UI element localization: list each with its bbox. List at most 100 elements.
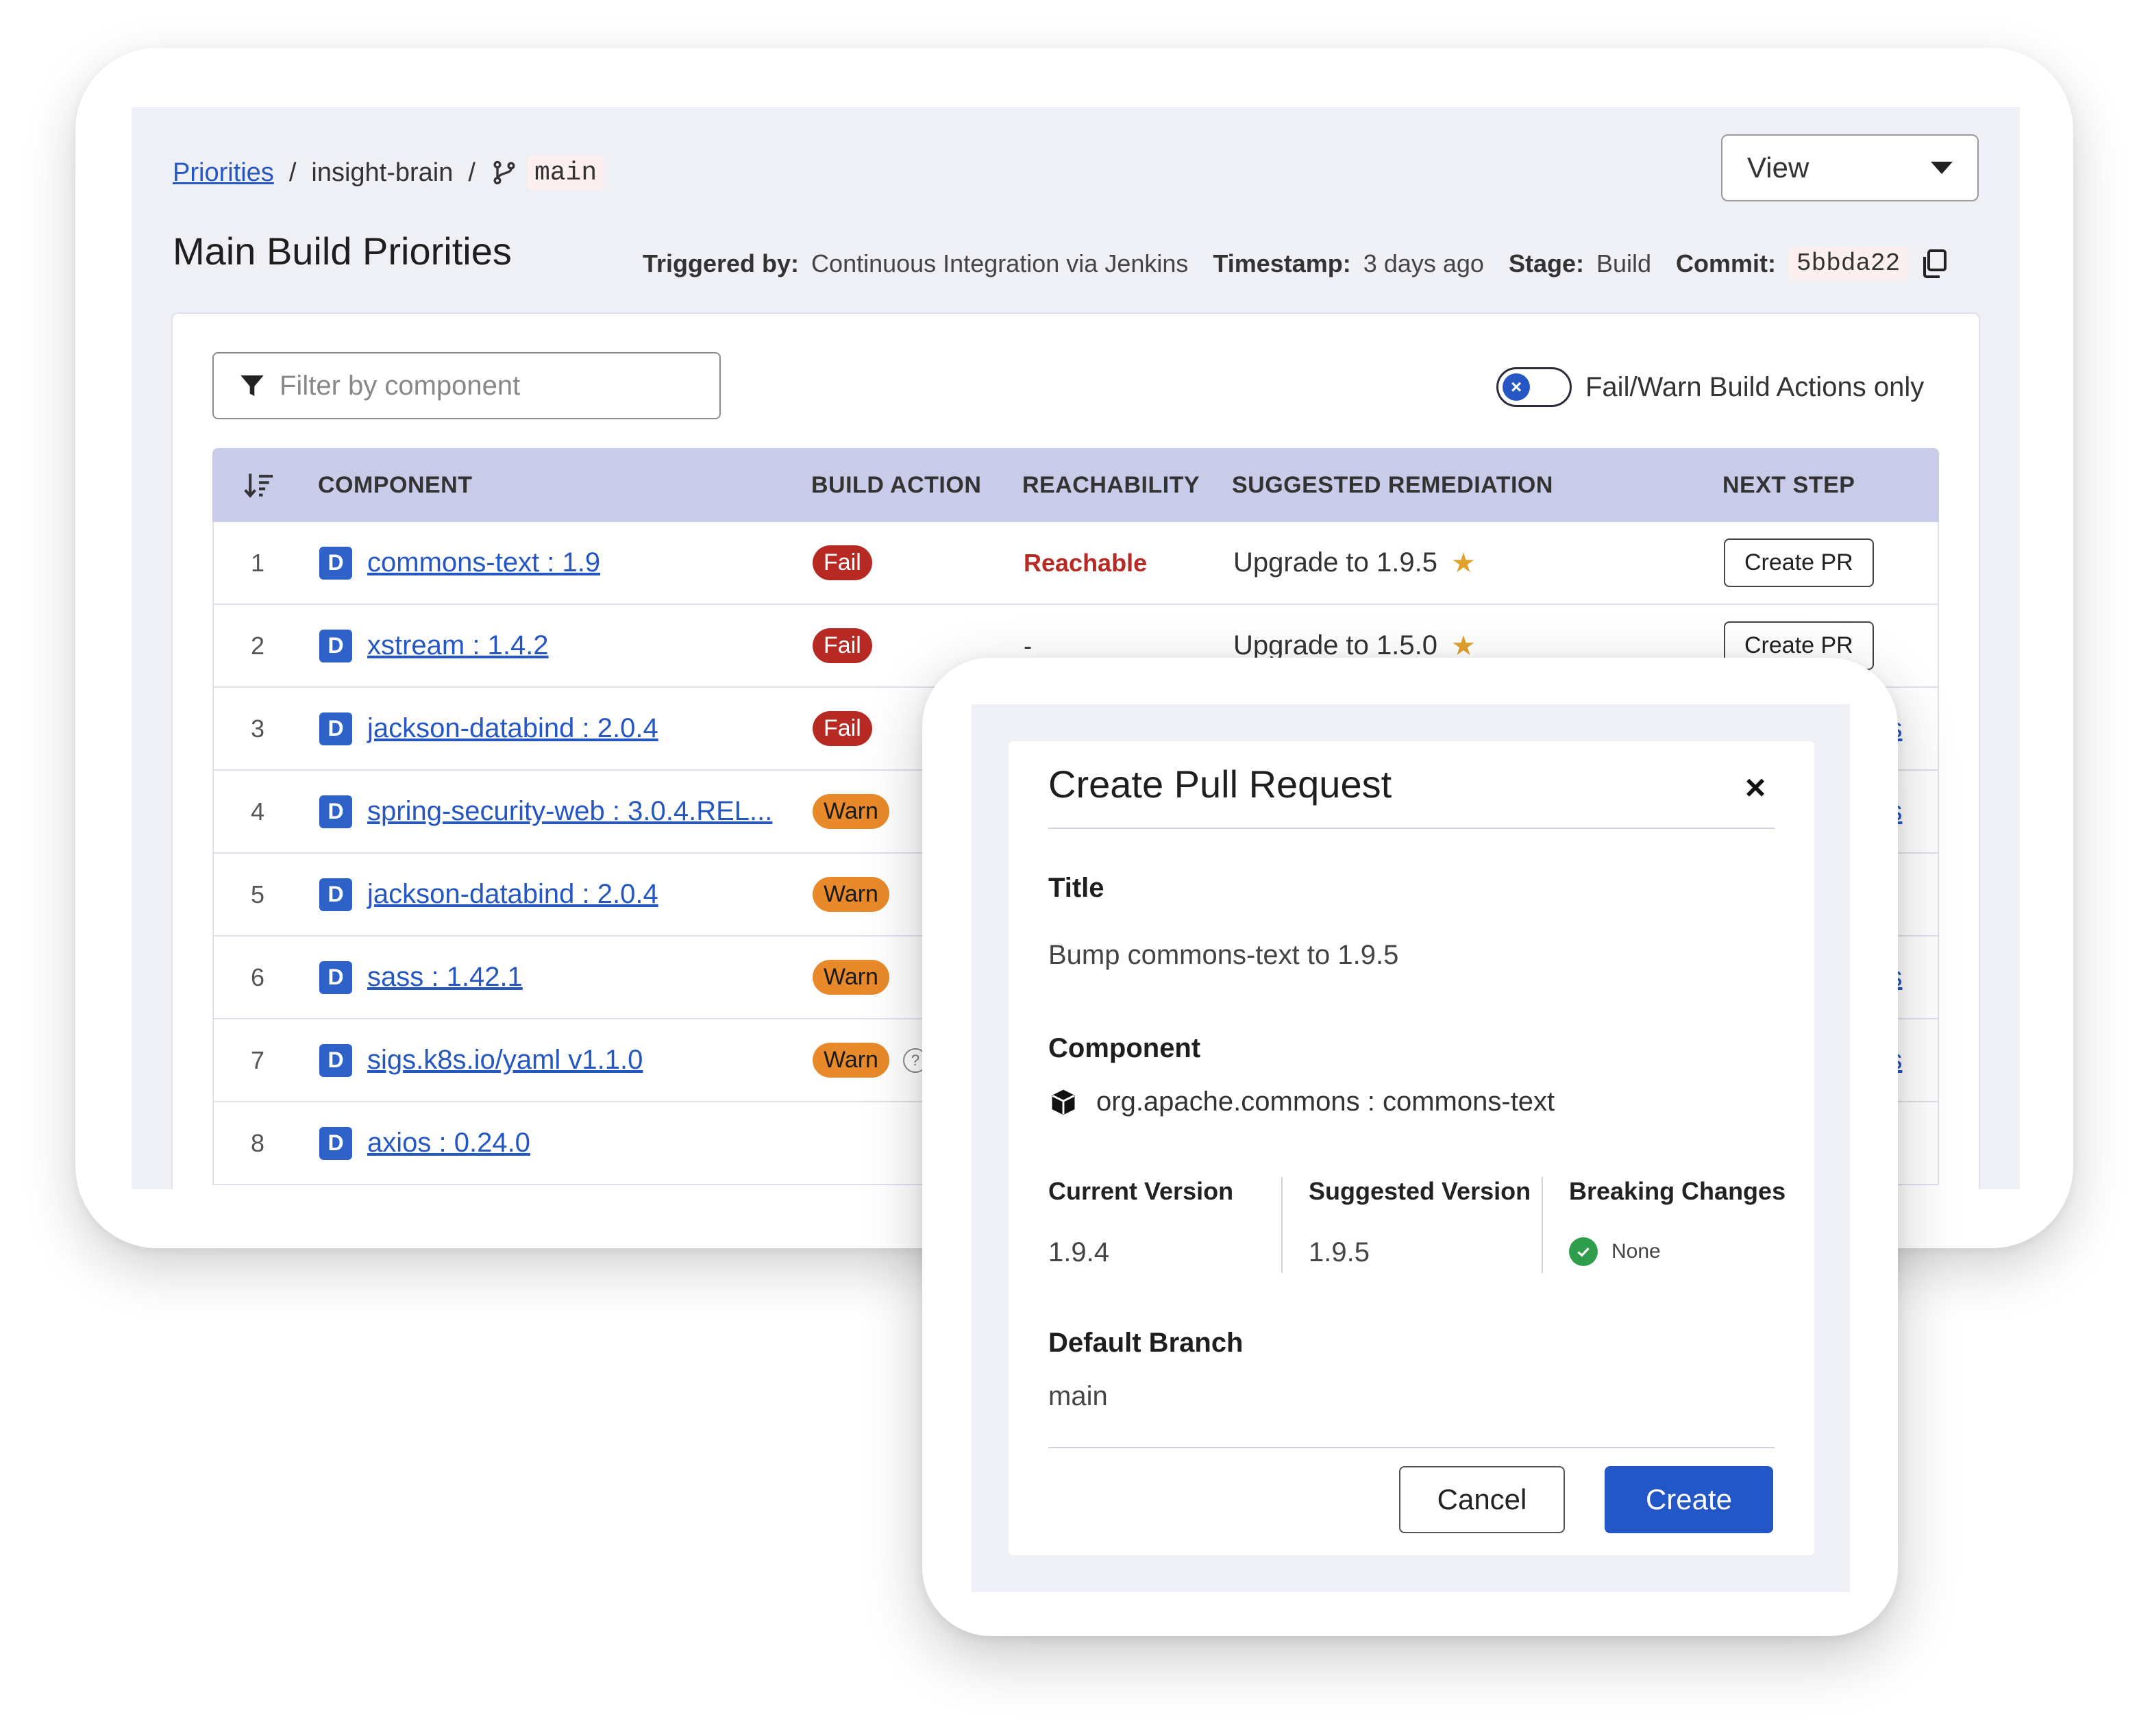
component-link[interactable]: xstream : 1.4.2 [367, 630, 549, 661]
dependency-badge: D [319, 546, 352, 580]
component-link[interactable]: sigs.k8s.io/yaml v1.1.0 [367, 1045, 643, 1076]
component-cell: D sigs.k8s.io/yaml v1.1.0 [319, 1019, 643, 1101]
breadcrumb-project: insight-brain [311, 158, 454, 187]
dialog-title: Create Pull Request [1048, 762, 1392, 806]
star-icon: ★ [1451, 630, 1476, 661]
component-cell: D jackson-databind : 2.0.4 [319, 854, 658, 935]
build-action-cell: Warn ? [813, 1019, 928, 1101]
timestamp-label: Timestamp: [1213, 249, 1351, 277]
dependency-badge: D [319, 795, 352, 828]
divider [1048, 1447, 1775, 1448]
sort-column-header[interactable] [243, 448, 275, 522]
dependency-badge: D [319, 629, 352, 662]
dependency-badge: D [319, 1126, 352, 1160]
component-link[interactable]: spring-security-web : 3.0.4.REL... [367, 796, 772, 827]
current-version-label: Current Version [1048, 1177, 1234, 1205]
component-label: Component [1048, 1033, 1201, 1063]
build-action-cell: Warn [813, 937, 889, 1018]
package-icon [1052, 1089, 1075, 1115]
branch-name: main [527, 155, 604, 190]
reachability-value: Reachable [1024, 548, 1148, 577]
component-value: org.apache.commons : commons-text [1096, 1087, 1555, 1117]
view-dropdown-label: View [1747, 151, 1809, 184]
column-header-next-step: NEXT STEP [1722, 471, 1855, 498]
dependency-badge: D [319, 712, 352, 745]
pr-title-value: Bump commons-text to 1.9.5 [1048, 940, 1399, 970]
row-index: 8 [251, 1128, 265, 1157]
current-version-column: Current Version 1.9.4 [1048, 1177, 1233, 1273]
breadcrumb-separator: / [288, 158, 297, 187]
stage-value: Build [1596, 249, 1652, 277]
build-action-cell: Warn [813, 771, 889, 852]
toggle-off-icon: × [1503, 373, 1530, 401]
timestamp-value: 3 days ago [1363, 249, 1484, 277]
column-divider [1542, 1177, 1543, 1273]
sort-icon [244, 473, 273, 498]
dependency-badge: D [319, 960, 352, 994]
component-cell: D jackson-databind : 2.0.4 [319, 688, 658, 769]
warn-badge: Warn [813, 794, 889, 829]
breaking-changes-text: None [1611, 1240, 1661, 1263]
triggered-by-label: Triggered by: [643, 249, 800, 277]
breaking-changes-column: Breaking Changes None [1569, 1177, 1786, 1273]
component-link[interactable]: jackson-databind : 2.0.4 [367, 713, 658, 744]
breadcrumb: Priorities / insight-brain / main [173, 152, 604, 193]
column-header-build-action: BUILD ACTION [811, 471, 982, 498]
suggested-version-value: 1.9.5 [1309, 1237, 1370, 1267]
caret-down-icon [1931, 162, 1953, 174]
row-index: 6 [251, 963, 265, 991]
table-row: 1 D commons-text : 1.9 Fail Reachable Up… [212, 522, 1939, 605]
fail-badge: Fail [813, 545, 872, 580]
component-cell: D sass : 1.42.1 [319, 937, 523, 1018]
fail-warn-toggle[interactable]: × [1496, 367, 1572, 407]
pr-title-label: Title [1048, 873, 1104, 903]
row-index: 3 [251, 714, 265, 743]
divider [1048, 828, 1775, 829]
fail-warn-toggle-label: Fail/Warn Build Actions only [1585, 371, 1925, 402]
remediation-cell: Upgrade to 1.9.5 ★ [1233, 522, 1476, 604]
check-circle-icon [1569, 1237, 1598, 1266]
current-version-value: 1.9.4 [1048, 1237, 1109, 1267]
commit-label: Commit: [1676, 249, 1777, 277]
next-step-cell: Create PR [1724, 522, 1874, 604]
star-icon: ★ [1451, 547, 1476, 578]
page-title: Main Build Priorities [173, 230, 512, 273]
create-button[interactable]: Create [1605, 1466, 1773, 1533]
modal-backdrop: Create Pull Request × Title Bump commons… [972, 704, 1850, 1592]
breadcrumb-priorities-link[interactable]: Priorities [173, 158, 274, 188]
create-pr-button[interactable]: Create PR [1724, 538, 1874, 587]
filter-box [212, 352, 721, 419]
component-link[interactable]: axios : 0.24.0 [367, 1128, 530, 1158]
close-icon[interactable]: × [1740, 770, 1770, 806]
copy-icon[interactable] [1920, 249, 1948, 279]
component-row: org.apache.commons : commons-text [1048, 1087, 1555, 1117]
row-index: 7 [251, 1045, 265, 1074]
dependency-badge: D [319, 878, 352, 911]
column-header-suggested-remediation: SUGGESTED REMEDIATION [1232, 471, 1553, 498]
cancel-button[interactable]: Cancel [1399, 1466, 1565, 1533]
build-metadata: Triggered by: Continuous Integration via… [643, 247, 1948, 280]
row-index: 4 [251, 797, 265, 826]
row-index: 5 [251, 880, 265, 908]
filter-input[interactable] [280, 370, 691, 401]
commit-hash: 5bbda22 [1788, 247, 1909, 280]
build-action-cell: Fail [813, 605, 872, 686]
column-divider [1281, 1177, 1283, 1273]
component-cell: D commons-text : 1.9 [319, 522, 600, 604]
column-header-component: COMPONENT [318, 471, 473, 498]
breaking-changes-value: None [1569, 1237, 1786, 1266]
fail-badge: Fail [813, 628, 872, 663]
remediation-text: Upgrade to 1.5.0 [1233, 630, 1437, 660]
breadcrumb-separator: / [468, 158, 475, 187]
component-link[interactable]: jackson-databind : 2.0.4 [367, 879, 658, 910]
filter-icon [240, 375, 264, 396]
stage-label: Stage: [1508, 249, 1584, 277]
breaking-changes-label: Breaking Changes [1569, 1177, 1786, 1205]
view-dropdown[interactable]: View [1721, 134, 1979, 201]
component-link[interactable]: sass : 1.42.1 [367, 962, 523, 993]
component-link[interactable]: commons-text : 1.9 [367, 547, 600, 578]
remediation-text: Upgrade to 1.9.5 [1233, 547, 1437, 578]
create-pull-request-dialog: Create Pull Request × Title Bump commons… [1009, 741, 1814, 1555]
build-action-cell: Fail [813, 688, 872, 769]
row-index: 1 [251, 548, 265, 577]
